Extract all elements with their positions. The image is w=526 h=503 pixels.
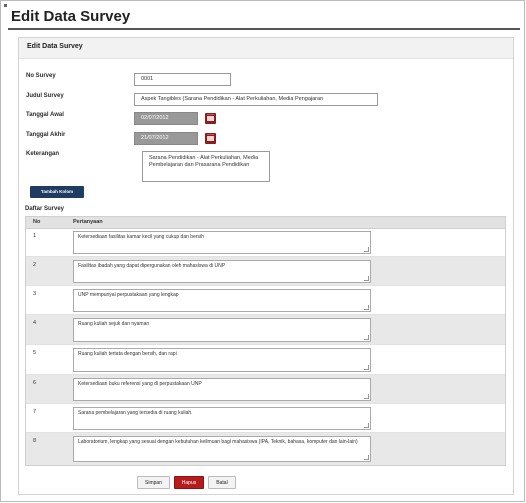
question-text: Ketersediaan fasilitas kamar kecil yang … [78,234,204,240]
no-survey-input[interactable]: 0001 [134,73,231,86]
tanggal-awal-input[interactable]: 02/07/2012 [134,112,198,125]
question-text: Ketersediaan buku referensi yang di perp… [78,381,202,387]
panel-header: Edit Data Survey [19,38,513,59]
row-number: 1 [33,233,37,239]
column-header-no: No [33,219,41,225]
table-row: 8 Laboratorium, lengkap yang sesuai deng… [26,433,505,465]
table-row: 7 Sarana pembelajaran yang tersedia di r… [26,404,505,433]
question-text: Fasilitas ibadah yang dapat dipergunakan… [78,263,226,269]
table-row: 6 Ketersediaan buku referensi yang di pe… [26,375,505,404]
tambah-kolom-button[interactable]: Tambah Kolom [30,186,84,198]
resize-handle-icon[interactable] [364,276,369,281]
row-number: 2 [33,262,37,268]
question-textarea[interactable]: Ketersediaan fasilitas kamar kecil yang … [73,231,371,254]
row-number: 5 [33,350,37,356]
delete-button[interactable]: Hapus [174,476,204,489]
table-row: 5 Ruang kuliah tertata dengan bersih, da… [26,345,505,375]
keterangan-textarea[interactable]: Sarana Pendidikan - Alat Perkuliahan, Me… [142,151,270,182]
question-text: Laboratorium, lengkap yang sesuai dengan… [78,439,358,445]
page-title: Edit Data Survey [11,8,131,25]
daftar-survey-title: Daftar Survey [25,206,65,212]
tanggal-awal-label: Tanggal Awal [26,112,64,118]
table-row: 3 UNP mempunyai perpustakaan yang lengka… [26,286,505,315]
tanggal-akhir-label: Tanggal Akhir [26,132,66,138]
resize-handle-icon[interactable] [364,394,369,399]
table-row: 1 Ketersediaan fasilitas kamar kecil yan… [26,228,505,257]
save-button[interactable]: Simpan [137,476,170,489]
resize-handle-icon[interactable] [364,305,369,310]
row-number: 4 [33,320,37,326]
question-text: UNP mempunyai perpustakaan yang lengkap [78,292,179,298]
table-row: 2 Fasilitas ibadah yang dapat dipergunak… [26,257,505,286]
question-textarea[interactable]: Ruang kuliah sejuk dan nyaman [73,318,371,342]
tanggal-akhir-input[interactable]: 21/07/2012 [134,132,198,145]
window-corner-marker [4,4,7,7]
row-number: 7 [33,409,37,415]
question-textarea[interactable]: Ruang kuliah tertata dengan bersih, dan … [73,348,371,372]
question-text: Sarana pembelajaran yang tersedia di rua… [78,410,193,416]
judul-survey-input[interactable]: Aspek Tangibles (Sarana Pendidikan - Ala… [134,93,378,106]
row-number: 3 [33,291,37,297]
row-number: 8 [33,438,37,444]
resize-handle-icon[interactable] [364,247,369,252]
question-textarea[interactable]: UNP mempunyai perpustakaan yang lengkap [73,289,371,312]
question-text: Ruang kuliah tertata dengan bersih, dan … [78,351,177,357]
resize-handle-icon[interactable] [364,335,369,340]
question-textarea[interactable]: Sarana pembelajaran yang tersedia di rua… [73,407,371,430]
column-header-pertanyaan: Pertanyaan [73,219,103,225]
keterangan-label: Keterangan [26,151,60,157]
judul-survey-label: Judul Survey [26,93,64,99]
row-number: 6 [33,380,37,386]
question-textarea[interactable]: Ketersediaan buku referensi yang di perp… [73,378,371,401]
panel-title: Edit Data Survey [27,43,83,50]
table-row: 4 Ruang kuliah sejuk dan nyaman [26,315,505,345]
cancel-button[interactable]: Batal [208,476,236,489]
resize-handle-icon[interactable] [364,423,369,428]
survey-question-table: No Pertanyaan 1 Ketersediaan fasilitas k… [25,216,506,466]
no-survey-label: No Survey [26,73,56,79]
resize-handle-icon[interactable] [364,455,369,460]
calendar-icon[interactable] [205,133,216,144]
title-divider [8,28,520,30]
question-textarea[interactable]: Laboratorium, lengkap yang sesuai dengan… [73,436,371,462]
resize-handle-icon[interactable] [364,365,369,370]
question-text: Ruang kuliah sejuk dan nyaman [78,321,150,327]
question-textarea[interactable]: Fasilitas ibadah yang dapat dipergunakan… [73,260,371,283]
calendar-icon[interactable] [205,113,216,124]
